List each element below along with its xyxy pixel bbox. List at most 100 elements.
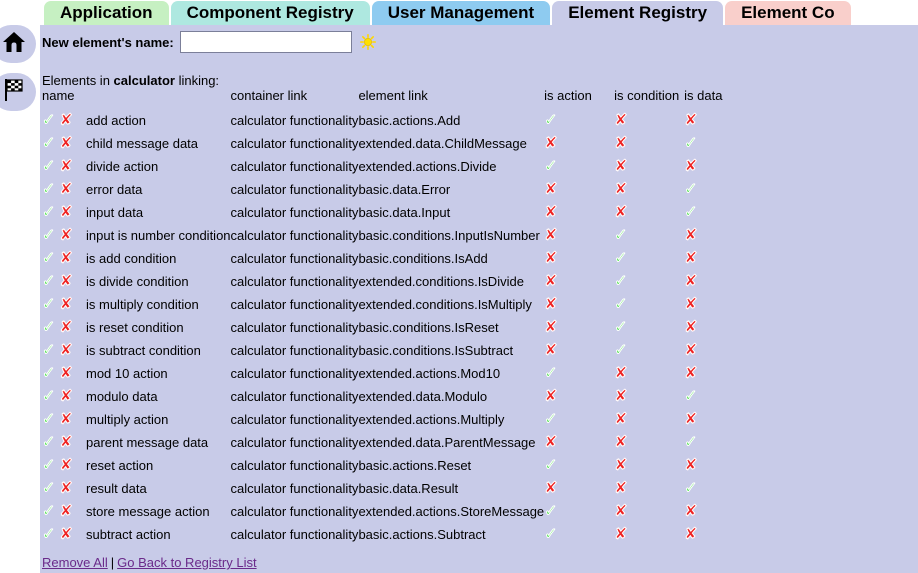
green-check-icon: ✓ — [684, 180, 698, 198]
cell-element-link: basic.data.Error — [358, 182, 451, 197]
red-x-icon[interactable]: ✘ — [59, 434, 73, 451]
red-x-icon[interactable]: ✘ — [59, 365, 73, 382]
green-check-icon[interactable]: ✓ — [42, 135, 56, 152]
cell-element-link: extended.conditions.IsMultiply — [358, 297, 532, 312]
cell-container-link: calculator functionality — [230, 412, 359, 427]
red-x-icon: ✘ — [544, 387, 558, 405]
red-x-icon[interactable]: ✘ — [59, 342, 73, 359]
green-check-icon[interactable]: ✓ — [42, 296, 56, 313]
green-check-icon[interactable]: ✓ — [42, 273, 56, 290]
cell-container-link: calculator functionality — [230, 159, 359, 174]
cell-is-data: ✓ — [684, 385, 754, 408]
green-check-icon[interactable]: ✓ — [42, 204, 56, 221]
column-header-container-link: container link — [230, 88, 308, 103]
cell-name: add action — [86, 113, 146, 128]
red-x-icon[interactable]: ✘ — [59, 250, 73, 267]
green-check-icon[interactable]: ✓ — [42, 181, 56, 198]
red-x-icon[interactable]: ✘ — [59, 503, 73, 520]
green-check-icon[interactable]: ✓ — [42, 388, 56, 405]
green-check-icon[interactable]: ✓ — [42, 250, 56, 267]
green-check-icon[interactable]: ✓ — [42, 411, 56, 428]
tab-application[interactable]: Application — [44, 1, 169, 26]
cell-element-link: basic.conditions.IsSubtract — [358, 343, 514, 358]
green-check-icon[interactable]: ✓ — [42, 342, 56, 359]
red-x-icon[interactable]: ✘ — [59, 112, 73, 129]
go-back-to-registry-list-link[interactable]: Go Back to Registry List — [117, 555, 256, 570]
column-header-is-action: is action — [544, 88, 592, 103]
red-x-icon[interactable]: ✘ — [59, 480, 73, 497]
home-button[interactable] — [0, 25, 36, 63]
cell-is-data: ✓ — [684, 132, 754, 155]
cell-is-condition: ✓ — [614, 270, 684, 293]
green-check-icon: ✓ — [614, 272, 628, 290]
red-x-icon: ✘ — [684, 502, 698, 520]
red-x-icon[interactable]: ✘ — [59, 158, 73, 175]
green-check-icon[interactable]: ✓ — [42, 227, 56, 244]
red-x-icon: ✘ — [544, 295, 558, 313]
cell-is-data: ✘ — [684, 270, 754, 293]
red-x-icon[interactable]: ✘ — [59, 204, 73, 221]
tab-element-co[interactable]: Element Co — [725, 1, 851, 26]
green-check-icon: ✓ — [614, 318, 628, 336]
cell-container-link: calculator functionality — [230, 251, 359, 266]
table-row: ✓ ✘ input is number condition calculator fu… — [42, 224, 754, 247]
cell-is-data: ✘ — [684, 224, 754, 247]
cell-is-data: ✘ — [684, 293, 754, 316]
red-x-icon[interactable]: ✘ — [59, 388, 73, 405]
cell-element-link: extended.conditions.IsDivide — [358, 274, 524, 289]
green-check-icon: ✓ — [684, 433, 698, 451]
sun-icon[interactable] — [359, 34, 376, 50]
green-check-icon[interactable]: ✓ — [42, 365, 56, 382]
row-actions: ✓ ✘ — [42, 224, 86, 247]
cell-element-link: extended.data.ParentMessage — [358, 435, 536, 450]
green-check-icon[interactable]: ✓ — [42, 526, 56, 543]
green-check-icon[interactable]: ✓ — [42, 112, 56, 129]
cell-is-condition: ✓ — [614, 316, 684, 339]
cell-element-link: extended.actions.StoreMessage — [358, 504, 545, 519]
red-x-icon: ✘ — [684, 364, 698, 382]
cell-name: is multiply condition — [86, 297, 199, 312]
row-actions: ✓ ✘ — [42, 132, 86, 155]
cell-name: reset action — [86, 458, 154, 473]
green-check-icon[interactable]: ✓ — [42, 158, 56, 175]
red-x-icon[interactable]: ✘ — [59, 227, 73, 244]
red-x-icon: ✘ — [544, 479, 558, 497]
cell-is-condition: ✓ — [614, 247, 684, 270]
green-check-icon[interactable]: ✓ — [42, 434, 56, 451]
main-panel: New element's name: Elements in calculat… — [0, 25, 918, 573]
table-row: ✓ ✘ input data calculator functionality basi… — [42, 201, 754, 224]
remove-all-link[interactable]: Remove All — [42, 555, 108, 570]
cell-is-data: ✘ — [684, 247, 754, 270]
green-check-icon[interactable]: ✓ — [42, 480, 56, 497]
cell-element-link: basic.data.Input — [358, 205, 451, 220]
red-x-icon[interactable]: ✘ — [59, 135, 73, 152]
new-element-name-input[interactable] — [179, 31, 352, 53]
cell-is-action: ✓ — [544, 155, 614, 178]
red-x-icon[interactable]: ✘ — [59, 411, 73, 428]
red-x-icon: ✘ — [614, 134, 628, 152]
cell-is-action: ✘ — [544, 431, 614, 454]
cell-is-condition: ✘ — [614, 132, 684, 155]
cell-is-condition: ✘ — [614, 201, 684, 224]
table-row: ✓ ✘ is multiply condition calculator functi… — [42, 293, 754, 316]
row-actions: ✓ ✘ — [42, 247, 86, 270]
red-x-icon[interactable]: ✘ — [59, 181, 73, 198]
cell-is-action: ✘ — [544, 385, 614, 408]
red-x-icon[interactable]: ✘ — [59, 526, 73, 543]
green-check-icon[interactable]: ✓ — [42, 503, 56, 520]
red-x-icon[interactable]: ✘ — [59, 457, 73, 474]
red-x-icon[interactable]: ✘ — [59, 296, 73, 313]
tab-element-registry[interactable]: Element Registry — [552, 1, 724, 26]
cell-is-action: ✘ — [544, 178, 614, 201]
registry-list-button[interactable] — [0, 73, 36, 111]
green-check-icon[interactable]: ✓ — [42, 457, 56, 474]
red-x-icon[interactable]: ✘ — [59, 273, 73, 290]
green-check-icon: ✓ — [544, 410, 558, 428]
cell-element-link: basic.conditions.InputIsNumber — [358, 228, 540, 243]
column-header-element-link: element link — [358, 88, 428, 103]
green-check-icon[interactable]: ✓ — [42, 319, 56, 336]
red-x-icon[interactable]: ✘ — [59, 319, 73, 336]
tab-user-management[interactable]: User Management — [371, 1, 551, 26]
cell-is-action: ✘ — [544, 339, 614, 362]
tab-component-registry[interactable]: Component Registry — [170, 1, 370, 26]
